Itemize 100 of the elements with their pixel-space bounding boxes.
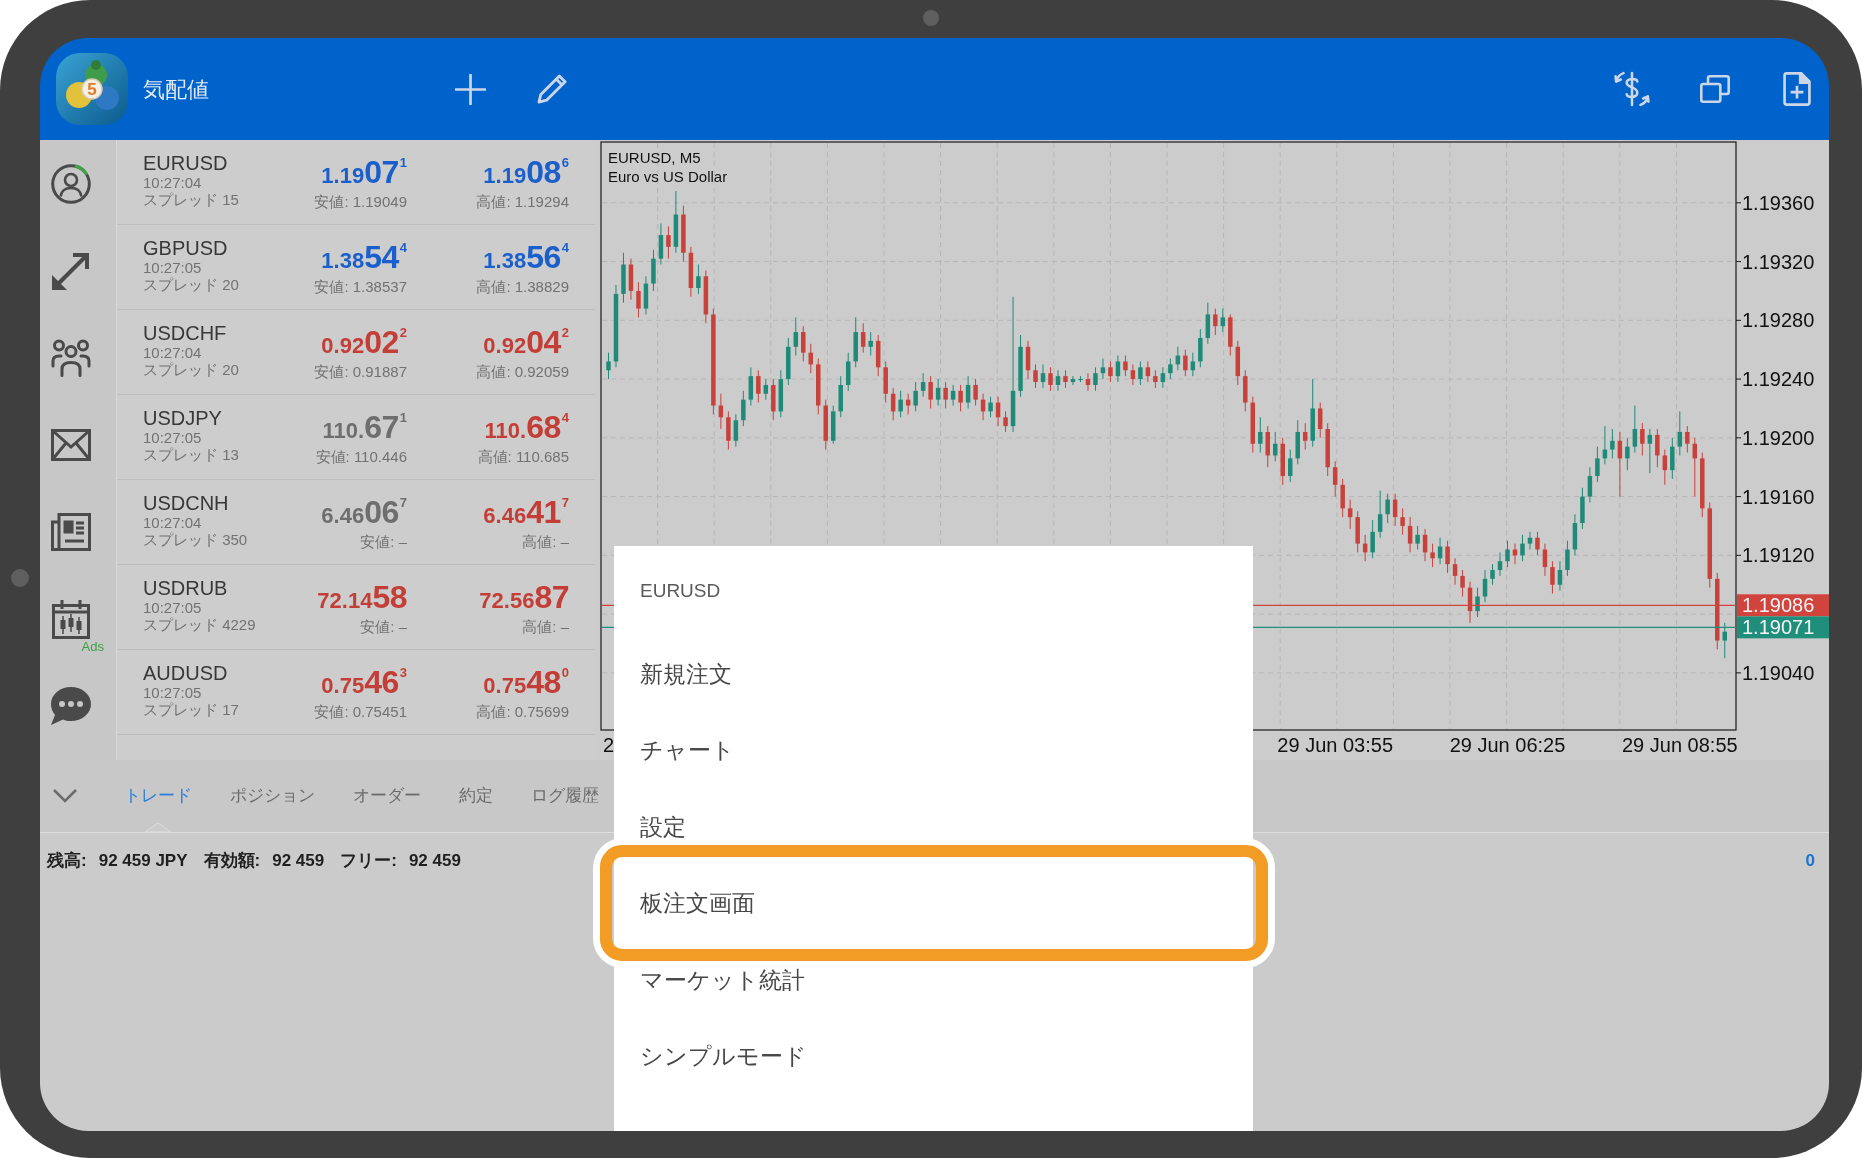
overlapping-windows-icon[interactable] (1700, 75, 1730, 103)
calendar-chart-icon[interactable] (51, 598, 91, 639)
spread-label: スプレッド 20 (143, 361, 239, 378)
candlestick (1400, 507, 1405, 536)
candlestick (905, 393, 911, 415)
new-document-icon[interactable] (1783, 72, 1811, 106)
candlestick (1040, 363, 1046, 389)
account-label: 有効額: (203, 850, 261, 873)
candlestick (1677, 410, 1683, 456)
candlestick (793, 316, 799, 357)
people-icon[interactable] (51, 338, 91, 377)
candlestick (1430, 543, 1435, 568)
price-axis-label: 1.19360 (1742, 191, 1815, 214)
quote-time: 10:27:04 (143, 514, 202, 531)
candlestick (1625, 437, 1630, 471)
symbol-name: USDCNH (143, 492, 229, 514)
candlestick (958, 384, 963, 412)
pencil-icon[interactable] (537, 74, 567, 104)
candlestick (1385, 493, 1390, 524)
time-axis-label: 29 Jun 08:55 (1622, 734, 1738, 756)
candlestick (913, 381, 918, 412)
spread-label: スプレッド 15 (143, 191, 239, 208)
symbol-name: USDJPY (143, 407, 222, 429)
spread-label: スプレッド 4229 (143, 616, 256, 633)
candlestick (1198, 328, 1203, 368)
candlestick (1078, 375, 1083, 383)
candlestick (1250, 396, 1256, 454)
candlestick (651, 249, 656, 292)
candlestick (1295, 419, 1300, 465)
candlestick (681, 205, 686, 263)
candlestick (1640, 422, 1645, 456)
candlestick (1647, 428, 1653, 474)
candlestick (1557, 560, 1563, 592)
candlestick (1332, 460, 1338, 498)
candlestick (928, 375, 933, 409)
candlestick (1325, 422, 1330, 477)
candlestick (718, 393, 724, 430)
ref-line-label: 1.19071 (1742, 616, 1815, 639)
candlestick (1535, 531, 1540, 556)
plus-icon[interactable] (454, 73, 486, 105)
price-axis-label: 1.19160 (1742, 485, 1815, 508)
quote-time: 10:27:05 (143, 259, 202, 276)
candlestick (1025, 340, 1031, 380)
price-axis-label: 1.19240 (1742, 368, 1815, 391)
candlestick (688, 246, 694, 298)
candlestick (1340, 478, 1345, 518)
quote-time: 10:27:05 (143, 429, 202, 446)
menu-title: EURUSD (640, 578, 721, 603)
account-icon[interactable] (51, 163, 91, 204)
candlestick (1452, 557, 1458, 586)
candlestick (920, 372, 926, 398)
menu-item[interactable]: 新規注文 (614, 636, 1253, 713)
candlestick (1445, 540, 1450, 574)
candlestick (995, 396, 1001, 427)
app-logo: 5 (56, 53, 128, 125)
diagonal-arrows-icon[interactable] (51, 250, 91, 291)
candlestick (786, 337, 791, 386)
menu-item[interactable]: マーケット統計 (614, 941, 1253, 1018)
time-axis-label: 29 Jun 06:25 (1449, 734, 1566, 756)
candlestick (1160, 366, 1166, 389)
currency-exchange-icon[interactable] (1614, 71, 1650, 107)
candlestick (1700, 452, 1705, 518)
symbol-name: EURUSD (143, 152, 228, 174)
low-price: 安値: 0.75451 (314, 703, 407, 720)
candlestick (883, 360, 888, 404)
menu-item[interactable]: シンプルモード (614, 1017, 1253, 1095)
candlestick (621, 252, 626, 304)
candlestick (673, 190, 679, 254)
newspaper-icon[interactable] (51, 512, 91, 551)
candlestick (733, 413, 739, 448)
price-axis-label: 1.19200 (1742, 426, 1815, 449)
time-axis-label: 2 (602, 734, 615, 756)
candlestick (1565, 540, 1570, 577)
candlestick (1258, 416, 1263, 454)
envelope-icon[interactable] (51, 428, 91, 461)
candlestick (1580, 487, 1585, 530)
candlestick (763, 378, 769, 401)
candlestick (1355, 510, 1360, 553)
candlestick (1303, 422, 1308, 451)
account-label: 残高: (47, 850, 87, 873)
candlestick (1362, 534, 1368, 562)
symbol-name: GBPUSD (143, 237, 228, 259)
candlestick (1377, 490, 1383, 539)
candlestick (1317, 402, 1323, 439)
candlestick (1243, 369, 1248, 412)
chevron-down-icon[interactable] (53, 789, 77, 803)
quote-time: 10:27:05 (143, 684, 202, 701)
account-label: フリー: (340, 850, 397, 873)
candlestick (1213, 308, 1218, 336)
candlestick (1063, 369, 1068, 389)
candlestick (988, 396, 993, 418)
candlestick (1392, 493, 1398, 527)
chat-bubble-icon[interactable] (51, 686, 91, 725)
candlestick (636, 281, 641, 318)
chart-title: EURUSD, M5 (608, 149, 701, 166)
bid-price: 72.1458 (317, 580, 407, 617)
app-title: 気配値 (143, 75, 209, 104)
candlestick (1115, 355, 1121, 383)
candlestick (658, 222, 664, 265)
candlestick (1168, 358, 1173, 380)
